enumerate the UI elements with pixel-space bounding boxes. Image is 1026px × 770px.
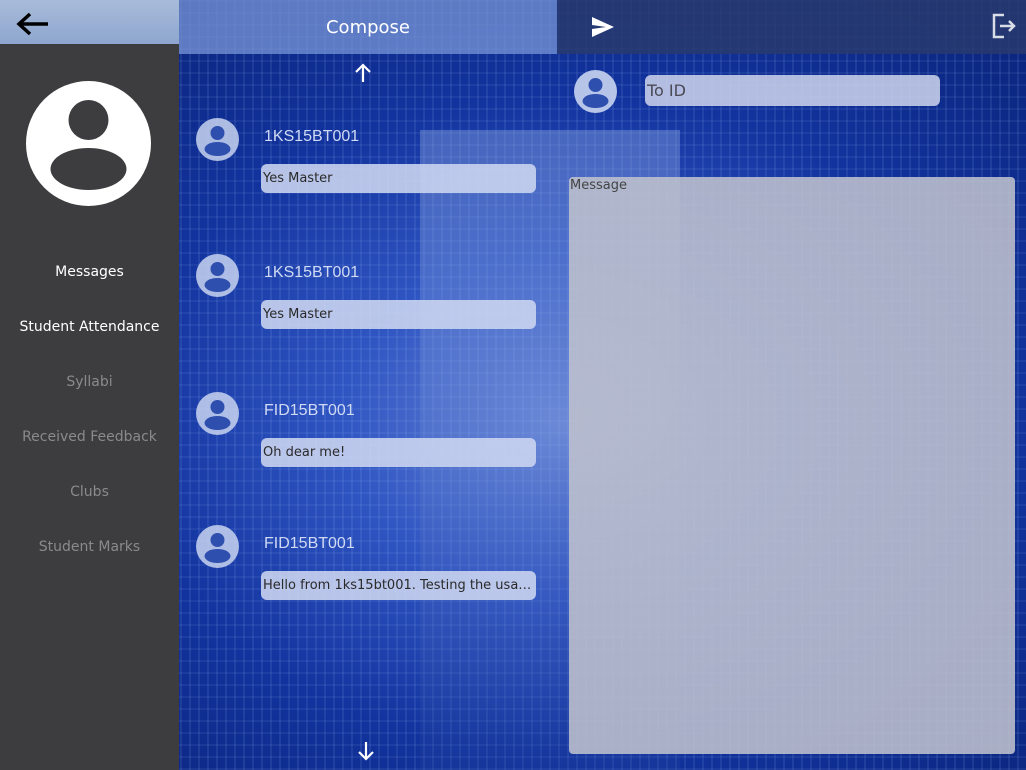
scroll-down-button[interactable]	[355, 740, 377, 762]
user-avatar-icon	[204, 262, 231, 292]
arrow-up-icon	[355, 63, 371, 82]
compose-toolbar	[557, 0, 1026, 54]
sidebar-item-messages[interactable]: Messages	[0, 255, 179, 310]
user-avatar-icon	[582, 78, 609, 108]
sender-avatar	[196, 392, 239, 435]
sidebar: Messages Student Attendance Syllabi Rece…	[0, 0, 179, 770]
scroll-up-button[interactable]	[352, 62, 374, 84]
user-avatar-icon	[204, 400, 231, 430]
message-item[interactable]: 1KS15BT001 Yes Master	[196, 254, 541, 344]
message-item[interactable]: 1KS15BT001 Yes Master	[196, 118, 541, 208]
send-icon	[592, 17, 614, 37]
recipient-avatar	[574, 70, 617, 113]
message-text: Yes Master	[261, 300, 536, 329]
message-item[interactable]: FID15BT001 Hello from 1ks15bt001. Testin…	[196, 525, 541, 615]
logout-icon	[992, 13, 1016, 39]
user-avatar-icon	[204, 126, 231, 156]
sender-id: FID15BT001	[264, 402, 355, 419]
arrow-left-icon	[16, 12, 48, 36]
sender-avatar	[196, 525, 239, 568]
back-button[interactable]	[14, 10, 54, 38]
logout-button[interactable]	[990, 12, 1018, 40]
message-text: Hello from 1ks15bt001. Testing the usage…	[261, 571, 536, 600]
compose-title: Compose	[179, 0, 557, 54]
message-text: Yes Master	[261, 164, 536, 193]
sidebar-item-received-feedback[interactable]: Received Feedback	[0, 420, 179, 475]
sidebar-item-student-attendance[interactable]: Student Attendance	[0, 310, 179, 365]
sidebar-header	[0, 0, 179, 44]
to-id-input[interactable]	[645, 75, 940, 106]
sender-avatar	[196, 254, 239, 297]
sender-id: 1KS15BT001	[264, 128, 360, 145]
message-textarea[interactable]	[569, 177, 1015, 754]
send-button[interactable]	[590, 14, 616, 40]
user-avatar-icon	[50, 100, 127, 190]
profile-avatar	[26, 81, 151, 206]
message-item[interactable]: FID15BT001 Oh dear me!	[196, 392, 541, 482]
sender-id: 1KS15BT001	[264, 264, 360, 281]
sidebar-item-syllabi[interactable]: Syllabi	[0, 365, 179, 420]
arrow-down-icon	[358, 742, 374, 761]
sender-id: FID15BT001	[264, 535, 355, 552]
sender-avatar	[196, 118, 239, 161]
sidebar-nav: Messages Student Attendance Syllabi Rece…	[0, 255, 179, 585]
user-avatar-icon	[204, 533, 231, 563]
message-text: Oh dear me!	[261, 438, 536, 467]
sidebar-item-student-marks[interactable]: Student Marks	[0, 530, 179, 585]
sidebar-item-clubs[interactable]: Clubs	[0, 475, 179, 530]
